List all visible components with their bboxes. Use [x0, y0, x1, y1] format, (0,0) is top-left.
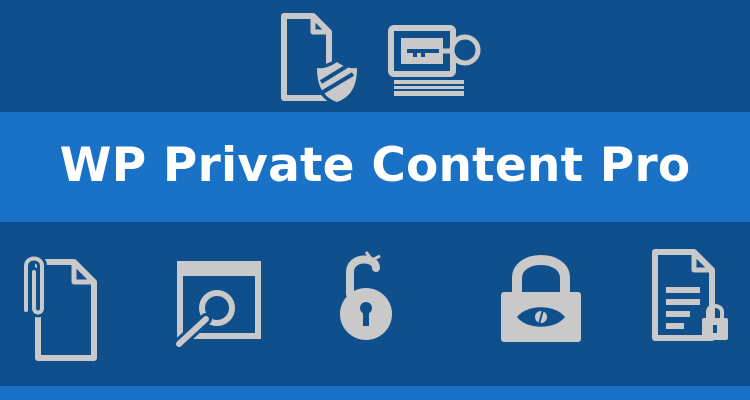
document-shield-icon	[281, 13, 361, 106]
unlocked-padlock-icon	[340, 251, 392, 340]
bottom-band	[0, 386, 750, 400]
monitor-key-icon	[388, 25, 481, 96]
attachment-document-icon	[21, 253, 97, 361]
document-lock-icon	[652, 249, 728, 341]
window-search-icon	[173, 261, 261, 350]
title-band: WP Private Content Pro	[0, 112, 750, 222]
code-padlock-icon	[501, 255, 581, 342]
banner: WP Private Content Pro	[0, 0, 750, 400]
top-icon-row	[0, 0, 750, 112]
banner-title: WP Private Content Pro	[59, 137, 691, 193]
bottom-icon-row	[0, 222, 750, 386]
